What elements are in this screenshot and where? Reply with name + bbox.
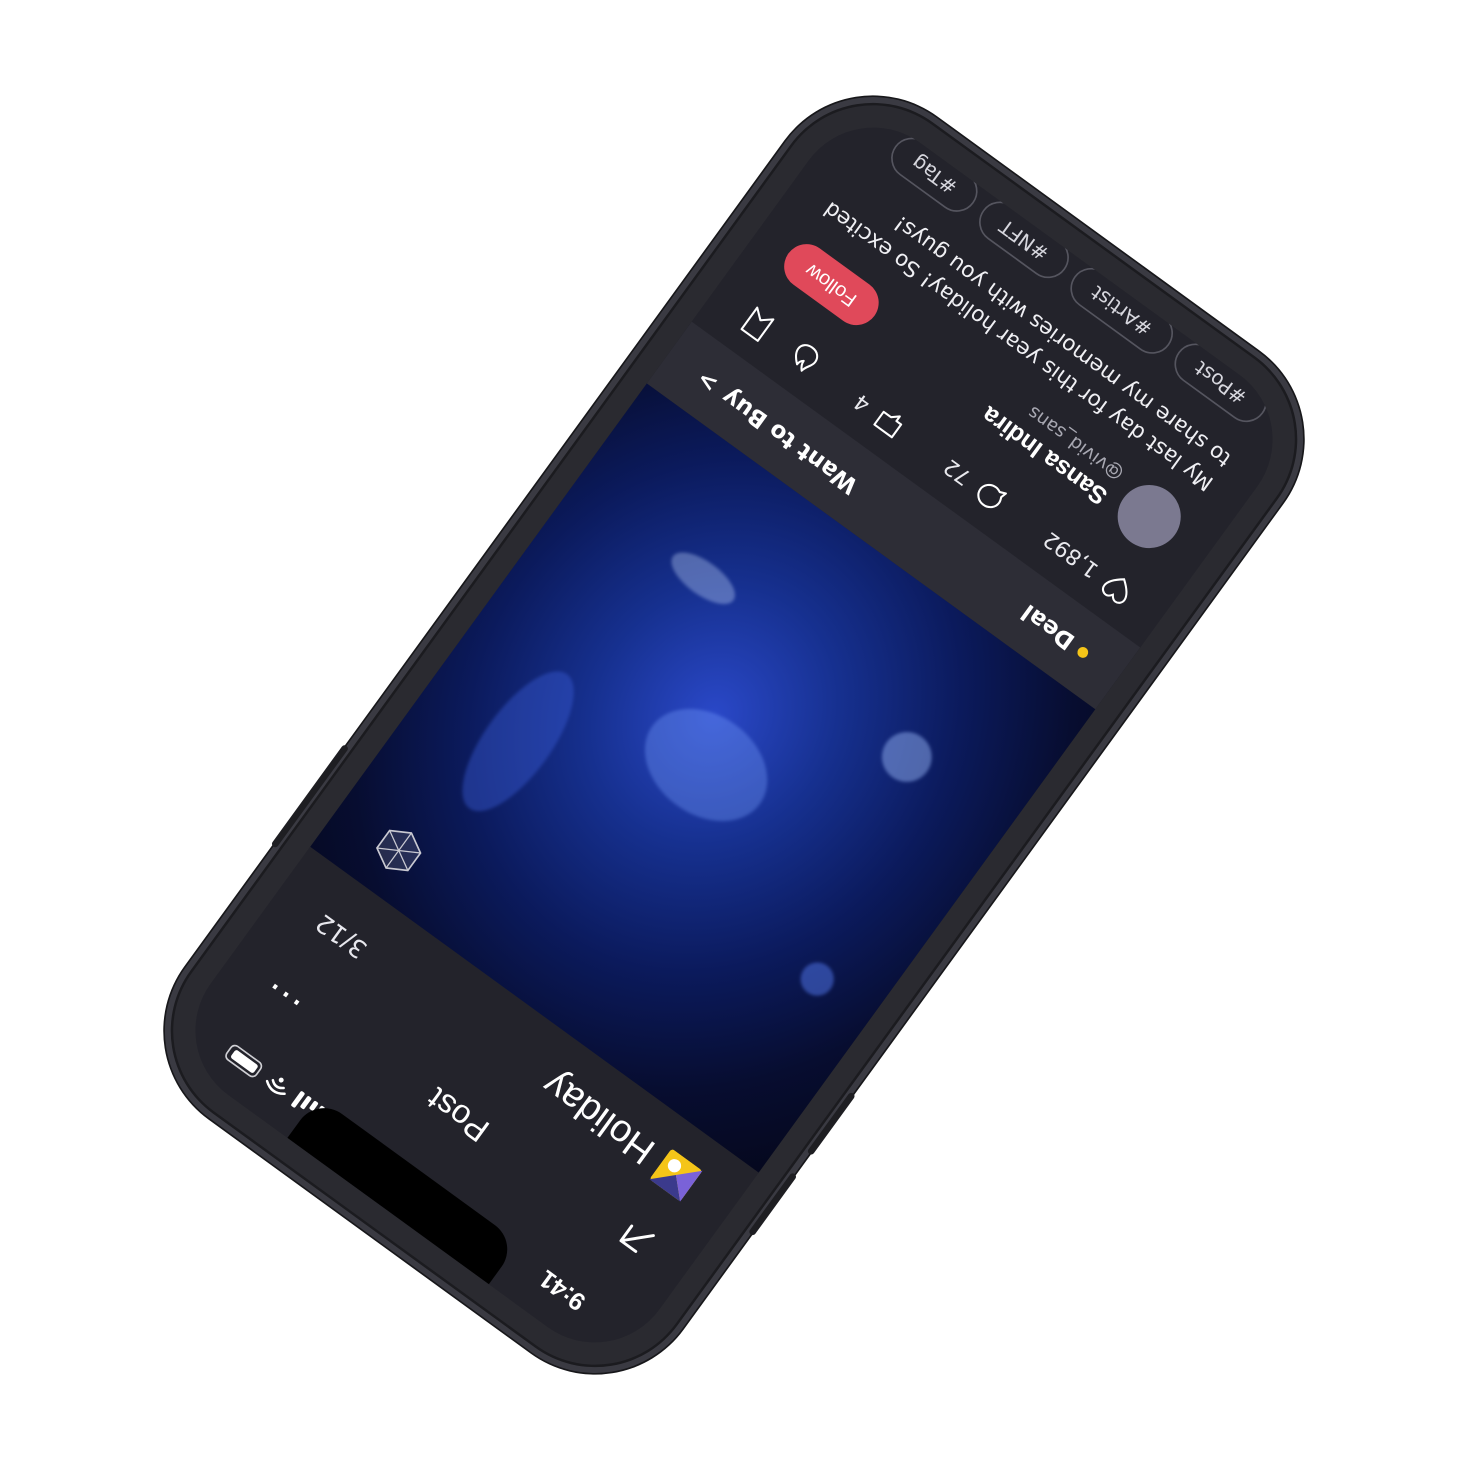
deal-link[interactable]: Deal bbox=[1016, 599, 1095, 667]
volume-down-button bbox=[806, 1091, 856, 1156]
wifi-icon bbox=[265, 1077, 286, 1096]
hero-light-glow bbox=[872, 722, 942, 792]
avatar[interactable] bbox=[1105, 472, 1194, 561]
status-time: 9:41 bbox=[534, 1264, 591, 1316]
heart-icon bbox=[1101, 578, 1128, 604]
share-stat[interactable]: 4 bbox=[848, 386, 910, 443]
hero-light-glow bbox=[663, 542, 744, 614]
album-badge-icon bbox=[649, 1149, 703, 1202]
bookmark-icon[interactable] bbox=[734, 301, 780, 347]
deal-dot-icon bbox=[1075, 644, 1091, 660]
phone-frame: 9:41 Post ··· Holiday 3/12 Deal Want to … bbox=[133, 65, 1335, 1405]
hero-light-glow bbox=[442, 654, 594, 828]
phone-screen: 9:41 Post ··· Holiday 3/12 Deal Want to … bbox=[163, 95, 1305, 1375]
comment-count: 72 bbox=[939, 453, 977, 490]
comment-icon bbox=[977, 483, 1007, 509]
like-count: 1,892 bbox=[1038, 526, 1104, 583]
hero-light-glow bbox=[623, 685, 790, 845]
share-count: 4 bbox=[849, 388, 876, 417]
deal-label: Deal bbox=[1016, 598, 1080, 656]
share-icon bbox=[873, 410, 903, 439]
comment-stat[interactable]: 72 bbox=[938, 452, 1011, 517]
chevron-right-icon: > bbox=[691, 364, 724, 399]
stage: 9:41 Post ··· Holiday 3/12 Deal Want to … bbox=[0, 0, 1469, 1469]
hexagon-icon[interactable] bbox=[365, 817, 432, 884]
flame-icon[interactable] bbox=[781, 335, 827, 381]
battery-icon bbox=[222, 1042, 265, 1080]
volume-up-button bbox=[748, 1172, 798, 1237]
hero-light-glow bbox=[794, 955, 841, 1003]
